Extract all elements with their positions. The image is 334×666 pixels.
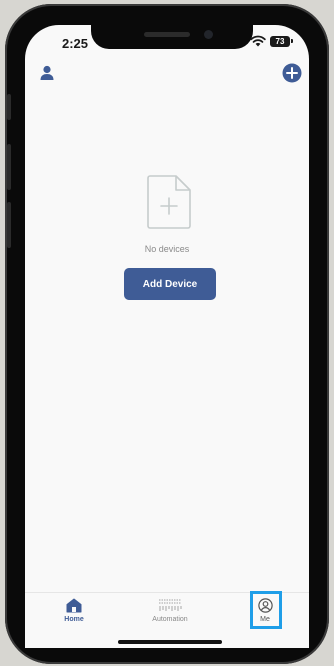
- add-circle-icon[interactable]: [282, 63, 302, 83]
- volume-up-button: [7, 144, 11, 190]
- front-camera: [204, 30, 213, 39]
- status-time: 2:25: [62, 36, 89, 51]
- notch: [91, 25, 253, 49]
- tab-home-label: Home: [64, 616, 84, 623]
- speaker: [144, 32, 190, 37]
- page: 2:25 73 No devices Add Device Home Autom…: [0, 0, 334, 666]
- empty-state-message: No devices: [144, 244, 190, 254]
- volume-down-button: [7, 202, 11, 248]
- home-indicator: [118, 640, 222, 644]
- app-screen: [25, 25, 309, 647]
- mute-switch: [7, 94, 11, 120]
- highlight-box: [250, 591, 282, 629]
- add-device-button[interactable]: Add Device: [124, 268, 216, 300]
- status-icons: 73: [250, 35, 293, 47]
- tab-home[interactable]: Home: [54, 598, 94, 623]
- automation-icon: [159, 599, 182, 611]
- home-icon: [66, 598, 82, 613]
- battery-icon: 73: [270, 35, 293, 47]
- wifi-icon: [250, 35, 266, 47]
- user-icon[interactable]: [38, 64, 56, 82]
- tab-automation[interactable]: Automation: [143, 598, 197, 623]
- add-file-icon: [147, 175, 191, 229]
- tab-automation-label: Automation: [152, 616, 188, 623]
